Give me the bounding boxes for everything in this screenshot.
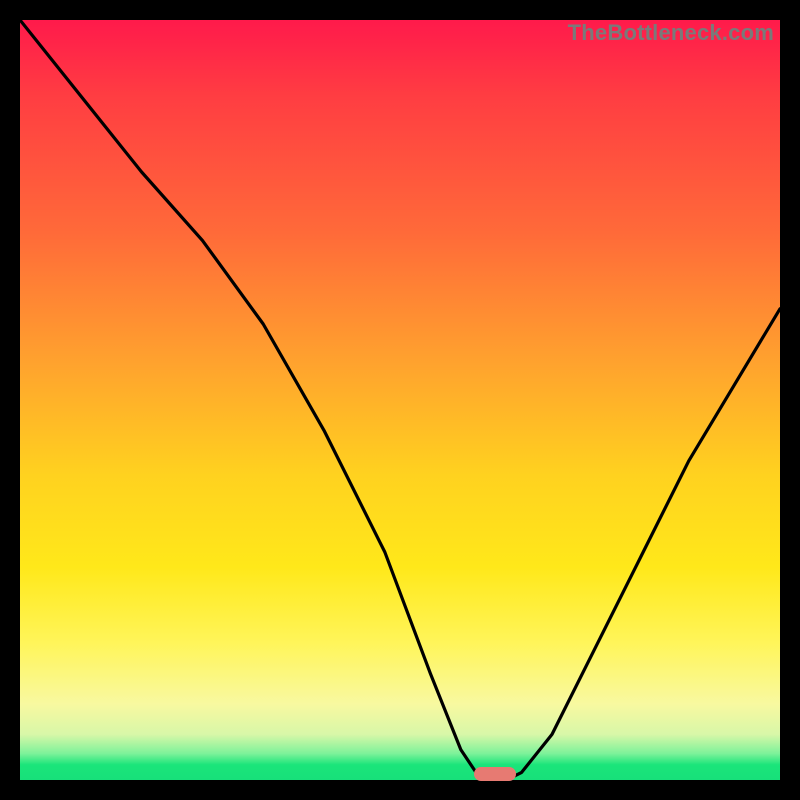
optimal-marker — [474, 767, 516, 781]
curve-path — [20, 20, 780, 780]
chart-plot-area: TheBottleneck.com — [20, 20, 780, 780]
watermark-text: TheBottleneck.com — [568, 20, 774, 46]
bottleneck-curve — [20, 20, 780, 780]
chart-frame: TheBottleneck.com — [0, 0, 800, 800]
